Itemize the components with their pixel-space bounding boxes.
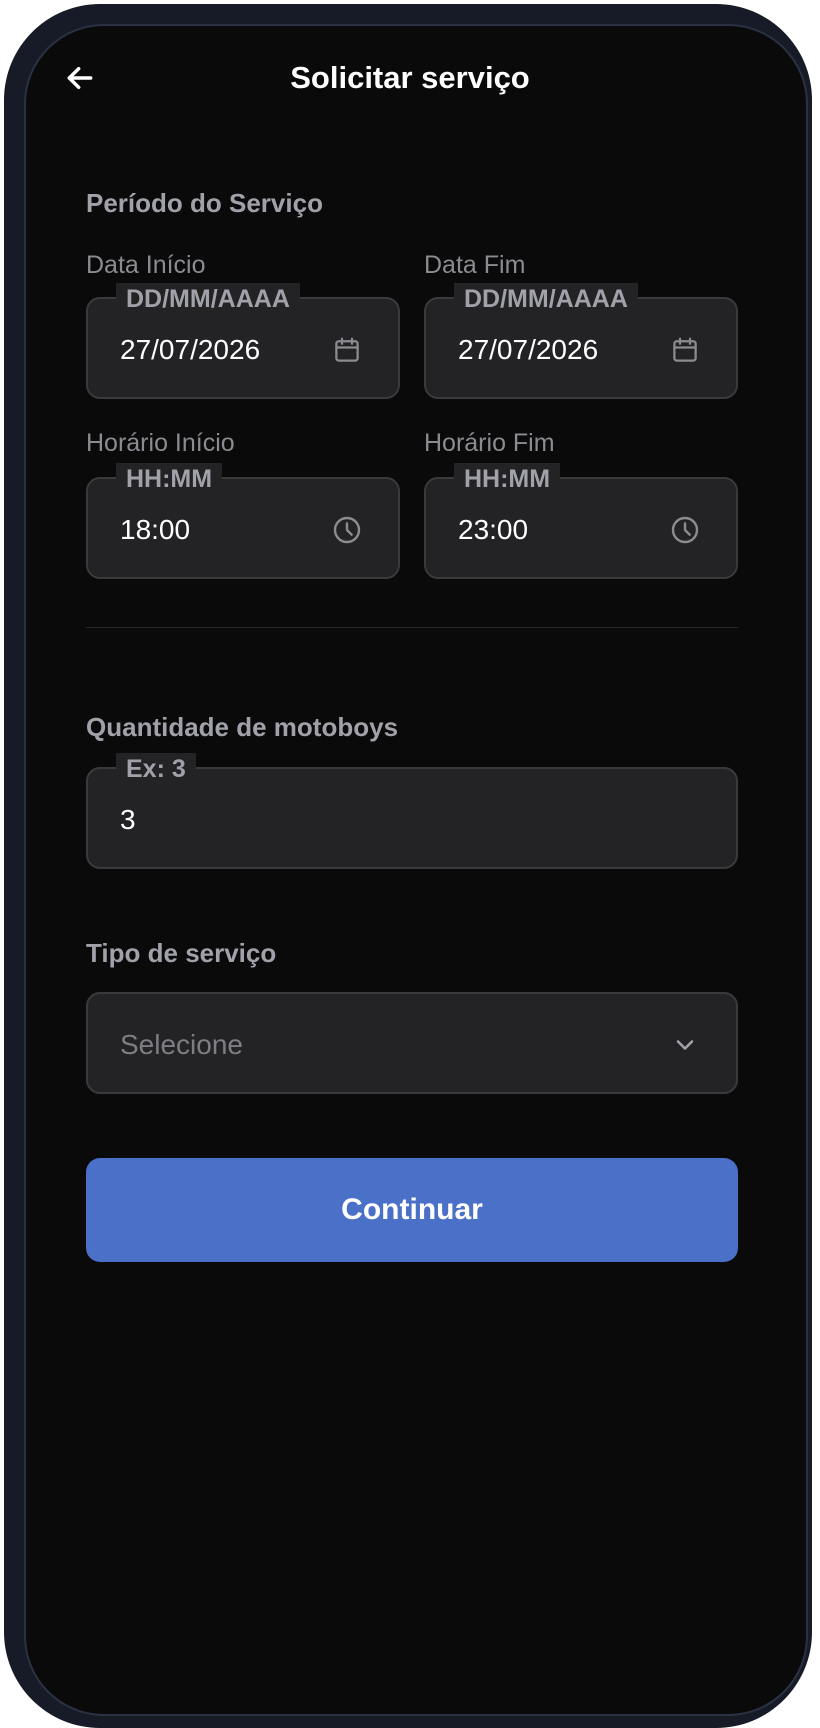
clock-icon[interactable] [668, 513, 702, 547]
section-divider [86, 627, 738, 628]
period-section-title: Período do Serviço [86, 188, 323, 218]
service-type-section-title: Tipo de serviço [86, 938, 277, 968]
end-date-placeholder: DD/MM/AAAA [454, 283, 638, 315]
quantity-value: 3 [120, 804, 136, 835]
page-title: Solicitar serviço [290, 60, 530, 95]
quantity-input[interactable]: Ex: 3 3 [86, 753, 738, 869]
calendar-icon[interactable] [668, 333, 702, 367]
end-time-placeholder: HH:MM [454, 463, 561, 495]
end-date-label: Data Fim [424, 251, 526, 279]
end-time-label: Horário Fim [424, 429, 555, 457]
chevron-down-icon [668, 1028, 702, 1062]
start-date-placeholder: DD/MM/AAAA [116, 283, 300, 315]
start-date-value: 27/07/2026 [120, 334, 261, 365]
calendar-icon[interactable] [330, 333, 364, 367]
quantity-placeholder: Ex: 3 [116, 753, 196, 785]
end-time-value: 23:00 [458, 514, 529, 545]
start-date-label: Data Início [86, 251, 206, 279]
clock-icon[interactable] [330, 513, 364, 547]
service-type-select[interactable]: Selecione [86, 992, 738, 1094]
end-date-value: 27/07/2026 [458, 334, 599, 365]
start-time-placeholder: HH:MM [116, 463, 223, 495]
start-time-value: 18:00 [120, 514, 191, 545]
service-type-placeholder: Selecione [120, 1029, 243, 1060]
end-time-field[interactable]: HH:MM 23:00 [424, 463, 738, 579]
quantity-section-title: Quantidade de motoboys [86, 712, 399, 742]
end-date-field[interactable]: DD/MM/AAAA 27/07/2026 [424, 283, 738, 399]
start-time-label: Horário Início [86, 429, 235, 457]
start-date-field[interactable]: DD/MM/AAAA 27/07/2026 [86, 283, 400, 399]
continue-button[interactable]: Continuar [86, 1158, 738, 1262]
start-time-field[interactable]: HH:MM 18:00 [86, 463, 400, 579]
